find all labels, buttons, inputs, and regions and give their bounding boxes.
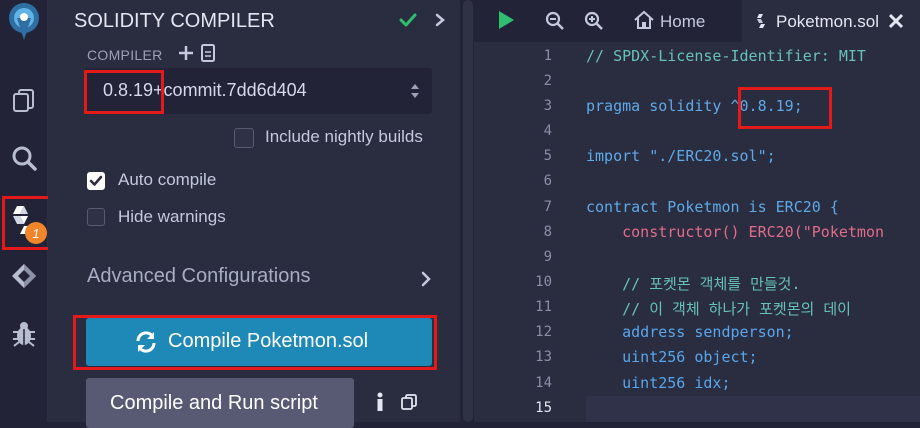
select-updown-icon xyxy=(409,82,421,105)
file-document-icon[interactable] xyxy=(200,44,216,67)
info-icon[interactable] xyxy=(376,392,384,417)
tab-home-label: Home xyxy=(660,12,706,31)
line-number: 9 xyxy=(543,249,552,265)
copy-icon[interactable] xyxy=(401,394,417,415)
line-number: 3 xyxy=(543,98,552,114)
pragma-version-highlight xyxy=(738,87,832,129)
zoom-out-icon[interactable] xyxy=(545,11,565,36)
line-number: 6 xyxy=(543,173,552,189)
remix-logo-icon[interactable] xyxy=(0,2,47,42)
code-line: uint256 object; xyxy=(586,348,758,366)
line-number: 5 xyxy=(543,148,552,164)
code-line: // SPDX-License-Identifier: MIT xyxy=(586,47,866,65)
line-number: 8 xyxy=(543,224,552,240)
line-number: 12 xyxy=(535,324,552,340)
close-tab-icon[interactable] xyxy=(888,13,904,34)
advanced-configurations-toggle[interactable]: Advanced Configurations xyxy=(87,265,310,288)
compiler-label: COMPILER xyxy=(87,47,163,63)
compile-button-highlight xyxy=(73,315,437,370)
line-number: 1 xyxy=(543,48,552,64)
zoom-in-icon[interactable] xyxy=(584,11,604,36)
auto-compile-checkbox[interactable] xyxy=(87,172,105,190)
deploy-run-icon[interactable] xyxy=(0,256,47,296)
line-number: 14 xyxy=(535,375,552,391)
chevron-right-icon[interactable] xyxy=(434,13,446,32)
panel-scrollbar[interactable] xyxy=(463,0,473,422)
solidity-file-icon xyxy=(756,13,768,34)
line-number: 2 xyxy=(543,73,552,89)
code-line: contract Poketmon is ERC20 { xyxy=(586,198,839,216)
icon-bar: 1 xyxy=(0,0,52,422)
debugger-icon[interactable] xyxy=(0,314,47,354)
current-line-highlight xyxy=(586,396,920,422)
nightly-builds-checkbox[interactable] xyxy=(234,128,254,148)
auto-compile-label: Auto compile xyxy=(118,170,217,189)
nightly-builds-label: Include nightly builds xyxy=(265,127,423,146)
code-line: address sendperson; xyxy=(586,323,794,341)
notification-badge: 1 xyxy=(25,222,47,244)
line-number-current: 15 xyxy=(535,400,552,416)
compiler-icon-highlight xyxy=(2,196,52,250)
search-icon[interactable] xyxy=(0,138,47,178)
compile-run-button-label: Compile and Run script xyxy=(110,392,318,414)
code-line: constructor() ERC20("Poketmon xyxy=(586,223,885,241)
add-compiler-icon[interactable] xyxy=(178,44,194,67)
line-number: 4 xyxy=(543,123,552,139)
run-play-icon[interactable] xyxy=(496,9,516,36)
tab-active-label: Poketmon.sol xyxy=(776,12,879,31)
compile-success-check-icon xyxy=(398,10,418,35)
hide-warnings-label: Hide warnings xyxy=(118,207,226,226)
line-number: 10 xyxy=(535,274,552,290)
line-number: 13 xyxy=(535,349,552,365)
code-line: // 포켓몬 객체를 만들것. xyxy=(586,275,801,293)
version-highlight xyxy=(84,70,164,114)
line-number: 7 xyxy=(543,199,552,215)
hide-warnings-checkbox[interactable] xyxy=(87,208,105,226)
file-explorer-icon[interactable] xyxy=(0,80,47,120)
advanced-chevron-right-icon[interactable] xyxy=(420,271,432,292)
code-line: // 이 객체 하나가 포켓몬의 데이 xyxy=(586,300,851,318)
panel-title: SOLIDITY COMPILER xyxy=(74,10,275,32)
home-icon xyxy=(633,10,655,35)
code-line: uint256 idx; xyxy=(586,374,731,392)
line-number: 11 xyxy=(535,299,552,315)
code-line: import "./ERC20.sol"; xyxy=(586,147,776,165)
